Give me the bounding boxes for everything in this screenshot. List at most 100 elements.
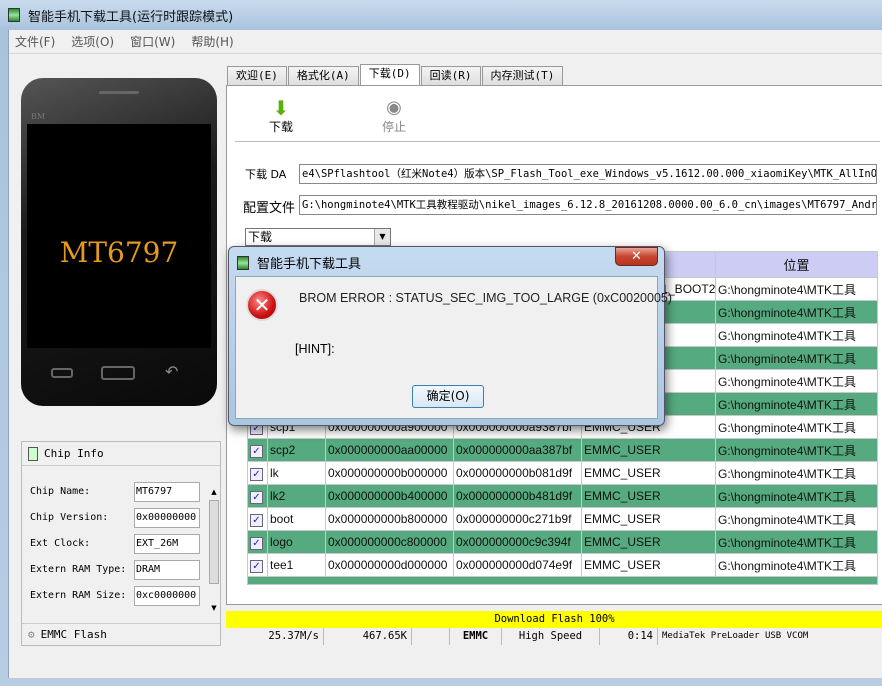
status-speed: 25.37M/s [226, 628, 324, 645]
dialog-title-bar: 智能手机下载工具 [237, 253, 361, 272]
ram-size-field[interactable]: 0xc0000000 [134, 585, 200, 606]
chip-info-panel: Chip Info Chip Name: MT6797 Chip Version:… [21, 441, 221, 646]
menu-bar: 文件(F) 选项(O) 窗口(W) 帮助(H) [9, 30, 882, 54]
cell-begin: 0x000000000b000000 [325, 461, 454, 485]
error-icon: ✕ [246, 289, 278, 321]
cell-end: 0x000000000d074e9f [453, 553, 582, 577]
mode-select[interactable]: 下载 ▼ [245, 228, 391, 246]
cell-begin: 0x000000000b800000 [325, 507, 454, 531]
phone-speaker [99, 91, 139, 94]
cell-location: G:\hongminote4\MTK工具 [715, 346, 878, 370]
scroll-down-icon[interactable]: ▼ [208, 604, 220, 612]
table-row[interactable]: ✓ lk2 0x000000000b400000 0x000000000b481d9f… [247, 484, 878, 508]
table-row[interactable]: ✓ lk 0x000000000b000000 0x000000000b081d9f E… [247, 461, 878, 485]
tab-readback[interactable]: 回读(R) [420, 66, 481, 86]
download-da-field[interactable]: e4\SPflashtool（红米Note4）版本\SP_Flash_Tool_… [299, 164, 877, 184]
cell-begin: 0x000000000c800000 [325, 530, 454, 554]
chip-name-field[interactable]: MT6797 [134, 481, 200, 502]
cell-location: G:\hongminote4\MTK工具 [715, 461, 878, 485]
row-checkbox[interactable]: ✓ [250, 536, 263, 550]
cell-begin: 0x000000000aa00000 [325, 438, 454, 462]
scroll-up-icon[interactable]: ▲ [208, 488, 220, 496]
cell-begin: 0x000000000d000000 [325, 553, 454, 577]
cell-region: EMMC_USER [581, 438, 716, 462]
tab-format[interactable]: 格式化(A) [287, 66, 359, 86]
cell-location: G:\hongminote4\MTK工具 [715, 415, 878, 439]
ext-clock-row: Ext Clock: EXT_26M [30, 533, 200, 554]
error-hint: [HINT]: [295, 342, 335, 356]
label: Extern RAM Size: [30, 590, 127, 601]
row-checkbox[interactable]: ✓ [250, 467, 263, 481]
home-key-icon [101, 366, 135, 380]
mode-select-value: 下载 [248, 230, 273, 244]
label: Chip Name: [30, 486, 91, 497]
cell-end: 0x000000000c271b9f [453, 507, 582, 531]
row-checkbox-cell[interactable]: ✓ [247, 530, 268, 554]
phone-chip-label: MT6797 [59, 236, 179, 269]
row-checkbox[interactable]: ✓ [250, 513, 263, 527]
stop-button[interactable]: ◉ 停止 [382, 98, 406, 135]
cell-end: 0x000000000b481d9f [453, 484, 582, 508]
window-title: 智能手机下载工具(运行时跟踪模式) [28, 9, 234, 25]
table-row[interactable]: ✓ scp2 0x000000000aa00000 0x000000000aa387b… [247, 438, 878, 462]
cell-location: G:\hongminote4\MTK工具 [715, 530, 878, 554]
cell-end: 0x000000000aa387bf [453, 438, 582, 462]
menu-window[interactable]: 窗口(W) [130, 33, 175, 50]
cell-location: G:\hongminote4\MTK工具 [715, 392, 878, 416]
table-row[interactable]: ✓ boot 0x000000000b800000 0x000000000c271b9… [247, 507, 878, 531]
cell-name: lk2 [267, 484, 326, 508]
menu-help[interactable]: 帮助(H) [191, 33, 233, 50]
label: Ext Clock: [30, 538, 91, 549]
status-port: MediaTek PreLoader USB VCOM [662, 631, 809, 641]
row-checkbox-cell[interactable]: ✓ [247, 507, 268, 531]
tab-download[interactable]: 下载(D) [359, 64, 420, 86]
emmc-flash-label: EMMC Flash [40, 628, 107, 641]
cell-name: tee1 [267, 553, 326, 577]
label: Chip Version: [30, 512, 109, 523]
ram-type-field[interactable]: DRAM [134, 559, 200, 580]
cell-name: logo [267, 530, 326, 554]
row-checkbox-cell[interactable]: ✓ [247, 461, 268, 485]
cell-name: lk [267, 461, 326, 485]
table-row[interactable]: ✓ tee1 0x000000000d000000 0x000000000d074e9… [247, 553, 878, 577]
scroll-thumb[interactable] [209, 500, 219, 584]
error-dialog: 智能手机下载工具 ✕ ✕ BROM ERROR : STATUS_SEC_IMG… [228, 246, 672, 426]
row-checkbox[interactable]: ✓ [250, 559, 263, 573]
cell-location: G:\hongminote4\MTK工具 [715, 369, 878, 393]
cell-region: EMMC_USER [581, 461, 716, 485]
cell-region: EMMC_USER [581, 553, 716, 577]
row-checkbox-cell[interactable]: ✓ [247, 484, 268, 508]
app-icon [237, 255, 249, 270]
download-button[interactable]: ⬇ 下载 [269, 98, 293, 135]
cell-begin: 0x000000000b400000 [325, 484, 454, 508]
emmc-flash-header[interactable]: ⚙ EMMC Flash [22, 623, 220, 645]
chip-info-header[interactable]: Chip Info [22, 442, 220, 466]
ok-button[interactable]: 确定(O) [412, 385, 484, 408]
ext-clock-field[interactable]: EXT_26M [134, 533, 200, 554]
cell-end: 0x000000000b081d9f [453, 461, 582, 485]
tab-welcome[interactable]: 欢迎(E) [227, 66, 287, 86]
dialog-close-button[interactable]: ✕ [615, 247, 658, 266]
ram-size-row: Extern RAM Size: 0xc0000000 [30, 585, 200, 606]
download-arrow-icon: ⬇ [272, 96, 290, 120]
download-da-label: 下载 DA [245, 168, 287, 181]
table-row[interactable]: ✓ logo 0x000000000c800000 0x000000000c9c394… [247, 530, 878, 554]
stop-label: 停止 [382, 120, 407, 134]
phone-brand: BM [31, 112, 46, 121]
menu-file[interactable]: 文件(F) [15, 33, 55, 50]
row-checkbox[interactable]: ✓ [250, 490, 263, 504]
chip-version-field[interactable]: 0x00000000 [134, 507, 200, 528]
status-size: 467.65K [324, 628, 412, 645]
row-checkbox-cell[interactable]: ✓ [247, 438, 268, 462]
tab-memory-test[interactable]: 内存测试(T) [481, 66, 564, 86]
toolbar-divider [235, 141, 880, 142]
row-checkbox[interactable]: ✓ [250, 444, 263, 458]
config-file-field[interactable]: G:\hongminote4\MTK工具教程驱动\nikel_images_6.… [299, 195, 877, 215]
chip-info-scrollbar[interactable]: ▲ ▼ [208, 488, 220, 618]
menu-options[interactable]: 选项(O) [71, 33, 114, 50]
row-checkbox-cell[interactable]: ✓ [247, 553, 268, 577]
cell-location: G:\hongminote4\MTK工具 [715, 553, 878, 577]
table-row[interactable] [247, 576, 878, 585]
cell-name: scp2 [267, 438, 326, 462]
cell-region: EMMC_USER [581, 507, 716, 531]
